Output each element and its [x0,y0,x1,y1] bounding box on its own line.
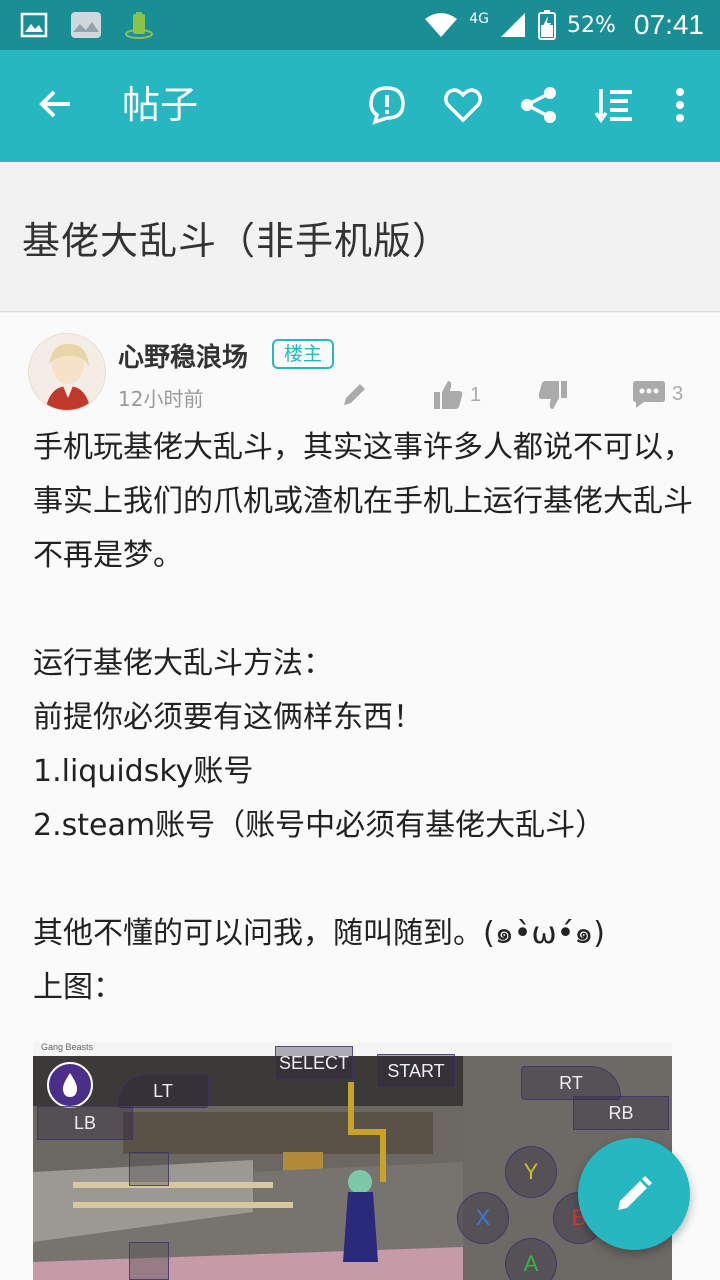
avatar-image [29,334,105,410]
sort-icon [595,89,632,124]
start-button[interactable]: START [377,1054,455,1088]
lt-button[interactable]: LT [117,1074,209,1108]
post-title-bar: 基佬大乱斗（非手机版） [0,162,720,312]
author-name[interactable]: 心野稳浪场 [118,337,248,374]
comment-count: 3 [672,382,684,405]
dpad-up[interactable] [129,1152,169,1186]
dislike-button[interactable] [537,379,569,411]
op-badge: 楼主 [272,339,335,369]
back-button[interactable] [34,82,78,126]
notification-icons [20,10,154,40]
thumbs-up-icon [434,381,463,409]
post-time: 12小时前 [118,387,204,411]
compose-fab[interactable] [578,1138,690,1250]
photo-icon [71,12,101,38]
signal-icon [501,13,526,37]
like-count: 1 [470,383,482,406]
system-status: 4G 52% 07:41 [423,0,704,50]
toolbar-title: 帖子 [122,83,199,127]
edit-button[interactable] [340,379,370,409]
comment-button[interactable]: 3 [632,379,683,409]
rb-button[interactable]: RB [573,1096,669,1130]
status-bar: 4G 52% 07:41 [0,0,720,50]
heart-icon [444,88,482,123]
post-image[interactable]: Gang Beasts SELECT START LT LB RT RB Y X… [33,1042,672,1280]
wifi-icon [425,13,458,37]
clock: 07:41 [633,9,704,40]
thumbs-down-icon [538,381,567,409]
sort-button[interactable] [594,80,636,130]
report-button[interactable] [366,80,408,130]
post-content: 心野稳浪场 楼主 12小时前 1 3 手机玩基佬大乱斗，其实这事许多人都说不可以… [0,313,720,1280]
window-title: Gang Beasts [41,1042,94,1052]
x-button[interactable]: X [457,1192,509,1244]
more-button[interactable] [670,80,690,130]
post-body: 手机玩基佬大乱斗，其实这事许多人都说不可以，事实上我们的爪机或渣机在手机上运行基… [33,430,693,1005]
share-button[interactable] [518,80,560,130]
liquidsky-logo-icon [62,1073,78,1097]
battery-saver-icon [125,12,153,39]
select-button[interactable]: SELECT [275,1046,353,1080]
more-icon [676,88,684,122]
dpad-down[interactable] [129,1242,169,1280]
battery-percent: 52% [567,12,616,38]
toolbar-actions [366,80,690,130]
y-button[interactable]: Y [505,1146,557,1198]
share-icon [521,87,556,123]
pencil-icon [618,1176,652,1210]
avatar[interactable] [28,333,106,411]
rt-button[interactable]: RT [521,1066,621,1100]
post-title: 基佬大乱斗（非手机版） [22,219,452,263]
favorite-button[interactable] [442,80,484,130]
gallery-icon [20,12,48,38]
app-toolbar: 帖子 [0,50,720,162]
network-type: 4G [469,11,490,27]
comment-icon [633,381,665,408]
report-icon [369,86,405,125]
like-button[interactable]: 1 [432,379,481,411]
battery-icon [538,10,557,40]
lb-button[interactable]: LB [37,1106,133,1140]
pencil-icon [344,384,365,405]
app-logo [47,1062,93,1108]
back-arrow-icon [39,90,70,118]
